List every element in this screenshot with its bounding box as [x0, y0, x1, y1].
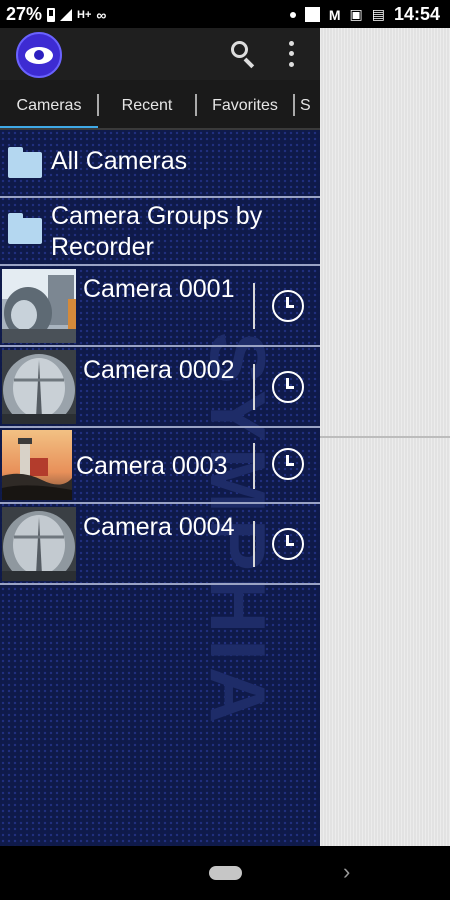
chevron-right-icon[interactable]: ›: [343, 859, 350, 885]
row-divider: [253, 443, 255, 489]
folder-icon: [8, 147, 42, 178]
tab-more[interactable]: S: [300, 80, 320, 128]
tab-recent[interactable]: Recent: [99, 80, 195, 128]
system-nav-bar: ›: [0, 846, 450, 900]
folder-groups-by-recorder[interactable]: Camera Groups by Recorder: [0, 198, 320, 266]
row-divider: [253, 521, 255, 567]
clock-icon[interactable]: [272, 371, 304, 403]
camera-label: Camera 0003: [76, 452, 228, 480]
app-drawer: Cameras Recent Favorites S SYMPHIA All C…: [0, 28, 320, 846]
toolbar: [0, 28, 320, 80]
content-pane[interactable]: [320, 28, 450, 846]
camera-label: Camera 0002: [83, 356, 235, 384]
camera-label: Camera 0001: [83, 275, 235, 303]
camera-thumbnail: [2, 269, 76, 343]
status-bar: 27% H+ ∞ M ▣ ▤ 14:54: [0, 0, 450, 28]
clock-icon[interactable]: [272, 528, 304, 560]
clock-icon[interactable]: [272, 448, 304, 480]
camera-thumbnail: [2, 350, 76, 424]
link-icon: ∞: [96, 6, 107, 23]
row-divider: [253, 283, 255, 329]
network-type: H+: [77, 8, 92, 21]
notification-dot-icon: [289, 11, 296, 18]
tab-divider: [293, 94, 295, 116]
search-icon[interactable]: [228, 38, 258, 69]
camera-row[interactable]: Camera 0004: [0, 504, 320, 585]
more-vert-icon[interactable]: [281, 38, 301, 70]
camera-row[interactable]: Camera 0001: [0, 266, 320, 347]
camera-label: Camera 0004: [83, 513, 235, 541]
notification-box-icon: ▤: [371, 6, 385, 22]
clock-icon[interactable]: [272, 290, 304, 322]
camera-row[interactable]: Camera 0002: [0, 347, 320, 428]
battery-icon: [47, 7, 56, 22]
camera-list: SYMPHIA All Cameras Camera Groups by Rec…: [0, 130, 320, 846]
camera-thumbnail: [2, 507, 76, 581]
folder-label: All Cameras: [51, 147, 188, 175]
tab-cameras[interactable]: Cameras: [0, 80, 98, 128]
battery-percent: 27%: [6, 4, 43, 24]
tab-bar: Cameras Recent Favorites S: [0, 80, 320, 130]
pane-divider: [320, 436, 450, 438]
camera-thumbnail: [2, 430, 72, 500]
home-pill-icon[interactable]: [209, 866, 242, 880]
tab-favorites[interactable]: Favorites: [197, 80, 293, 128]
camera-row[interactable]: Camera 0003: [0, 428, 320, 504]
folder-label: Camera Groups by Recorder: [51, 202, 263, 261]
row-divider: [253, 364, 255, 410]
eye-icon: [25, 46, 53, 64]
app-logo[interactable]: [16, 32, 62, 78]
folder-all-cameras[interactable]: All Cameras: [0, 130, 320, 198]
gmail-icon: M: [328, 6, 341, 23]
signal-icon: [60, 8, 73, 21]
notification-square-icon: [304, 7, 320, 22]
notification-app-icon: ▣: [349, 6, 363, 22]
folder-icon: [8, 213, 42, 244]
status-time: 14:54: [393, 4, 440, 24]
